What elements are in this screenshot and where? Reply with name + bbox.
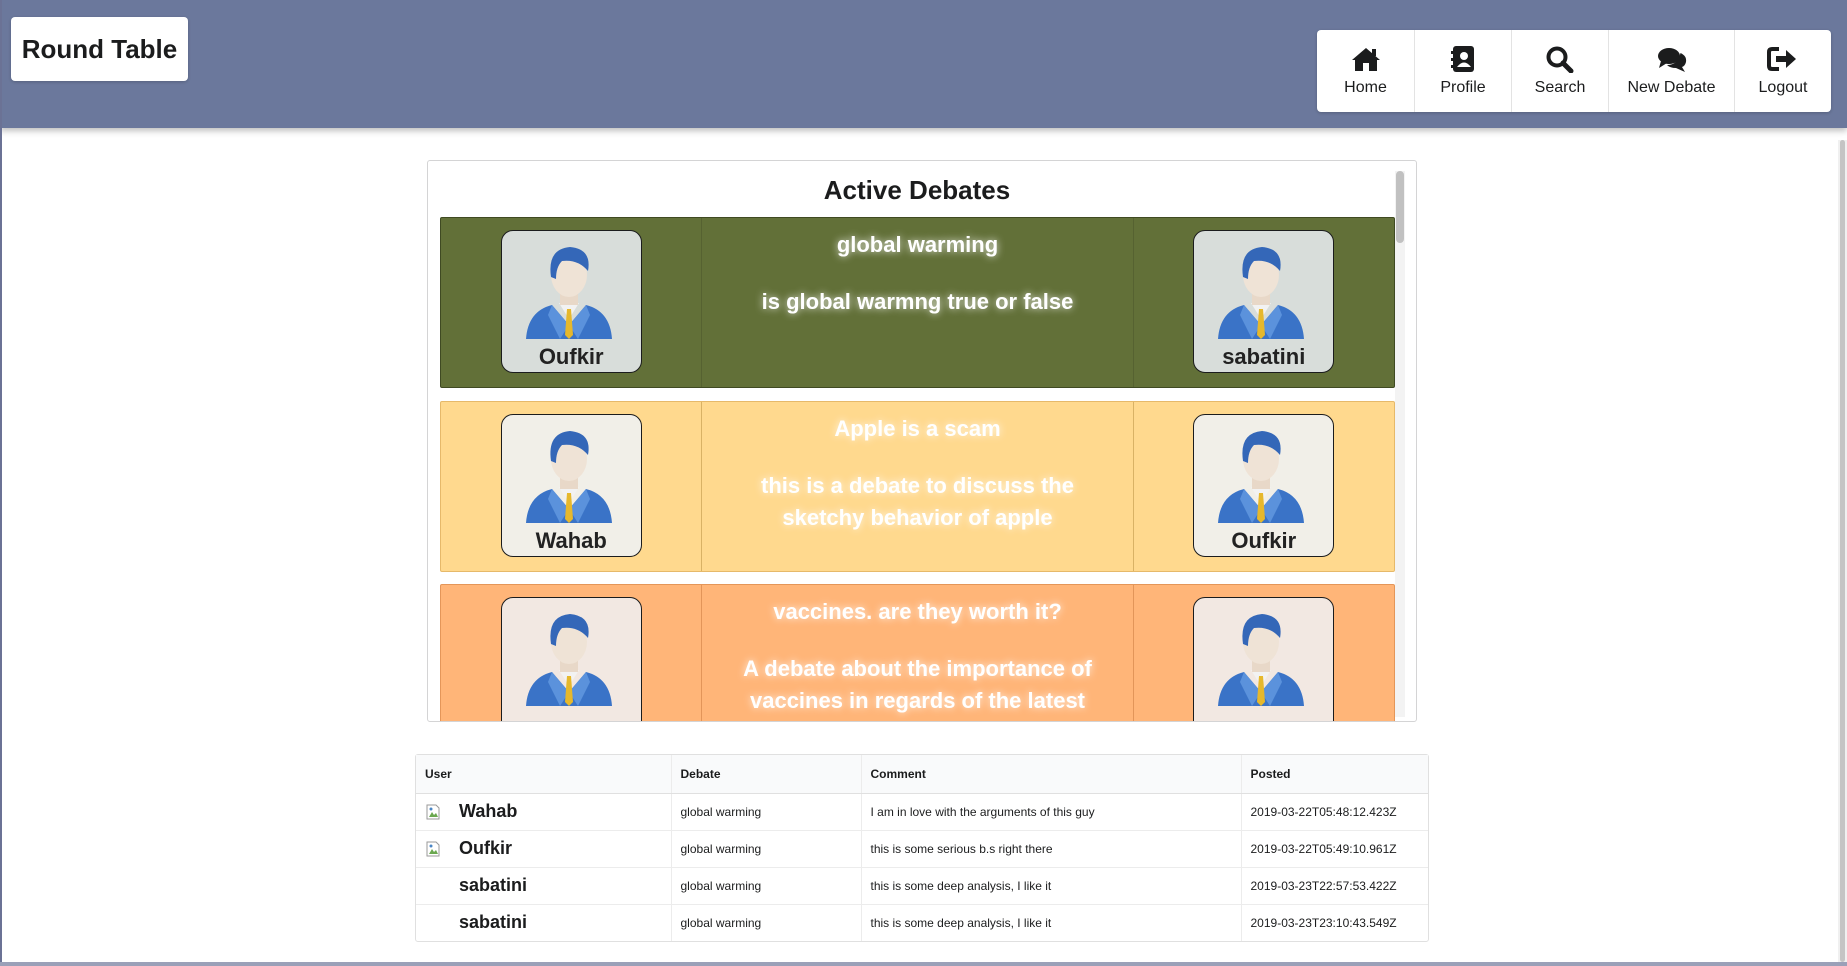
participant-card-right[interactable]: Oufkir (1193, 414, 1335, 557)
column-header-user: User (416, 755, 671, 794)
nav-home-label: Home (1344, 79, 1387, 96)
debate-title: Apple is a scam (834, 416, 1001, 441)
nav-logout-label: Logout (1758, 79, 1808, 96)
column-header-comment: Comment (860, 755, 1241, 794)
nav-search[interactable]: Search (1511, 30, 1608, 112)
debate-title: global warming (836, 232, 999, 257)
participant-name: Wahab (535, 528, 607, 553)
search-icon (1546, 46, 1574, 73)
top-header: Round Table Home Profile Search New Deba… (0, 0, 1847, 128)
debate-description: this is a debate to discuss the sketchy … (761, 473, 1074, 530)
active-debates-heading: Active Debates (823, 175, 1011, 205)
participant-card-right[interactable]: sabatini (1193, 230, 1335, 373)
participant-card-left[interactable]: Wahab (500, 414, 642, 557)
column-header-posted: Posted (1240, 755, 1428, 794)
column-header-debate: Debate (670, 755, 861, 794)
participant-card-left[interactable]: Oufkir (500, 230, 642, 373)
brand-logo[interactable]: Round Table (11, 17, 188, 81)
avatar-icon (525, 431, 612, 523)
comment-text: this is some deep analysis, I like it (860, 903, 1241, 941)
nav-new-debate[interactable]: New Debate (1608, 30, 1734, 112)
main-nav: Home Profile Search New Debate Logout (1317, 30, 1831, 112)
window-bottom-border (0, 962, 1847, 966)
participant-card-right[interactable] (1193, 597, 1335, 721)
comment-user[interactable]: Oufkir (459, 838, 512, 859)
comment-text: this is some serious b.s right there (860, 829, 1241, 867)
comment-debate: global warming (670, 829, 861, 867)
participant-name: Oufkir (538, 344, 604, 369)
home-icon (1351, 48, 1380, 71)
avatar-icon (1218, 431, 1305, 523)
comment-debate: global warming (670, 903, 861, 941)
debate-card[interactable]: Wahab Apple is a scam this is a debate t… (440, 401, 1395, 572)
avatar-icon (1218, 614, 1305, 706)
comment-text: this is some deep analysis, I like it (860, 866, 1241, 904)
comment-debate: global warming (670, 792, 861, 830)
debate-card[interactable]: Oufkir global warming is global warmng t… (440, 217, 1395, 388)
comment-posted: 2019-03-23T23:10:43.549Z (1240, 903, 1428, 941)
nav-logout[interactable]: Logout (1734, 30, 1831, 112)
table-row[interactable]: Wahab global warming I am in love with t… (416, 792, 1428, 830)
debates-scrollbar-thumb[interactable] (1396, 171, 1404, 243)
comments-table: User Debate Comment Posted Wahab global … (415, 754, 1429, 942)
image-placeholder (425, 878, 441, 894)
avatar-icon (525, 614, 612, 706)
sign-out-icon (1767, 47, 1796, 71)
table-header-row: User Debate Comment Posted (416, 755, 1428, 794)
participant-name: Oufkir (1231, 528, 1297, 553)
debate-title: vaccines. are they worth it? (773, 599, 1062, 624)
debate-card[interactable]: vaccines. are they worth it? A debate ab… (440, 584, 1395, 721)
avatar-icon (525, 247, 612, 339)
nav-home[interactable]: Home (1317, 30, 1414, 112)
comment-posted: 2019-03-22T05:48:12.423Z (1240, 792, 1428, 830)
image-placeholder (425, 915, 441, 931)
page-scrollbar-thumb[interactable] (1840, 140, 1845, 962)
debates-scrollbar[interactable] (1395, 171, 1405, 717)
table-row[interactable]: sabatini global warming this is some dee… (416, 903, 1428, 941)
participant-name: sabatini (1222, 344, 1306, 369)
nav-profile-label: Profile (1440, 79, 1486, 96)
table-row[interactable]: Oufkir global warming this is some serio… (416, 829, 1428, 867)
table-row[interactable]: sabatini global warming this is some dee… (416, 866, 1428, 904)
comments-icon (1657, 48, 1686, 72)
debate-description: is global warmng true or false (761, 289, 1074, 314)
address-book-icon (1451, 46, 1474, 72)
avatar-icon (1218, 247, 1305, 339)
nav-search-label: Search (1534, 79, 1586, 96)
comment-text: I am in love with the arguments of this … (860, 792, 1241, 830)
active-debates-panel: Active Debates Oufkir global warming is … (427, 160, 1417, 722)
comment-user[interactable]: sabatini (459, 912, 527, 933)
window-left-border (0, 0, 2, 966)
comment-debate: global warming (670, 866, 861, 904)
comment-posted: 2019-03-23T22:57:53.422Z (1240, 866, 1428, 904)
comment-posted: 2019-03-22T05:49:10.961Z (1240, 829, 1428, 867)
nav-profile[interactable]: Profile (1414, 30, 1511, 112)
participant-card-left[interactable] (500, 597, 642, 721)
debate-description: A debate about the importance of vaccine… (743, 656, 1092, 713)
broken-image-icon (426, 804, 440, 819)
broken-image-icon (426, 841, 440, 856)
comment-user[interactable]: sabatini (459, 875, 527, 896)
nav-new-debate-label: New Debate (1627, 79, 1716, 96)
comment-user[interactable]: Wahab (459, 801, 517, 822)
